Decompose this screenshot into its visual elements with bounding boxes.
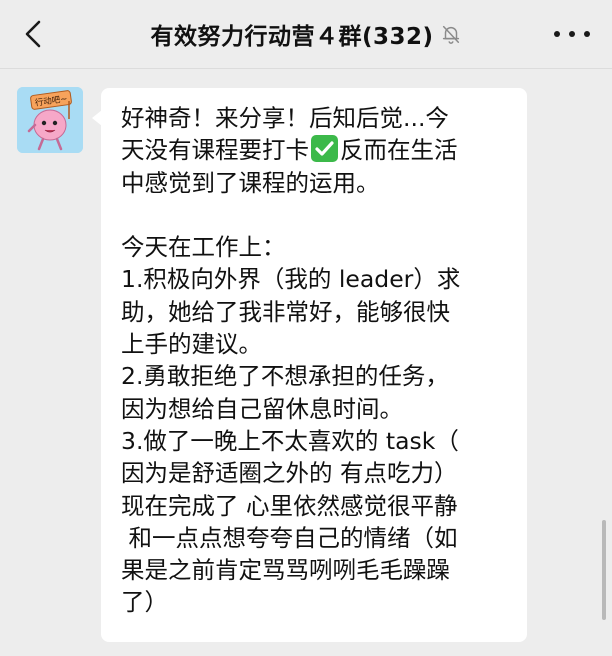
message-line: 上手的建议。: [121, 330, 262, 359]
message-line: 2.勇敢拒绝了不想承担的任务，: [121, 362, 449, 391]
message-line: 因为是舒适圈之外的 有点吃力）: [121, 459, 458, 488]
message-line: 中感觉到了课程的运用。: [121, 168, 380, 197]
sender-avatar[interactable]: 行动吧~: [17, 87, 83, 153]
message-line: 了）: [121, 588, 168, 617]
bell-muted-icon: [442, 25, 459, 44]
message-line: 3.做了一晚上不太喜欢的 task（: [121, 426, 459, 455]
more-options-button[interactable]: [554, 22, 590, 46]
back-button[interactable]: [18, 18, 50, 50]
message-line: 现在完成了 心里依然感觉很平静: [121, 491, 458, 520]
message-line: 天没有课程要打卡 反而在生活: [121, 135, 458, 165]
mascot-avatar-image: 行动吧~: [17, 87, 83, 153]
more-dots-icon: [554, 31, 560, 37]
chat-header: 有效努力行动营４群(332): [0, 0, 612, 69]
message-line: 好神奇！来分享！后知后觉...今: [121, 104, 449, 132]
message-bubble[interactable]: 好神奇！来分享！后知后觉...今 天没有课程要打卡 反而在生活 中感觉到了课程的运…: [92, 88, 527, 642]
message-line: [121, 199, 521, 231]
message-line: 和一点点想夸夸自己的情绪（如: [121, 523, 458, 552]
message-line: 果是之前肯定骂骂咧咧毛毛躁躁: [121, 556, 450, 585]
message-line: 今天在工作上：: [121, 233, 286, 262]
message-line: 1.积极向外界（我的 leader）求: [121, 265, 461, 294]
chat-title: 有效努力行动营４群(332): [150, 24, 434, 50]
scrollbar[interactable]: [602, 520, 606, 620]
message-text: 好神奇！来分享！后知后觉...今 天没有课程要打卡 反而在生活 中感觉到了课程的运…: [121, 102, 521, 619]
chevron-left-icon: [25, 20, 41, 48]
check-mark-button-icon: [311, 135, 338, 163]
message-line: 助，她给了我非常好，能够很快: [121, 297, 450, 326]
message-line: 因为想给自己留休息时间。: [121, 394, 403, 423]
